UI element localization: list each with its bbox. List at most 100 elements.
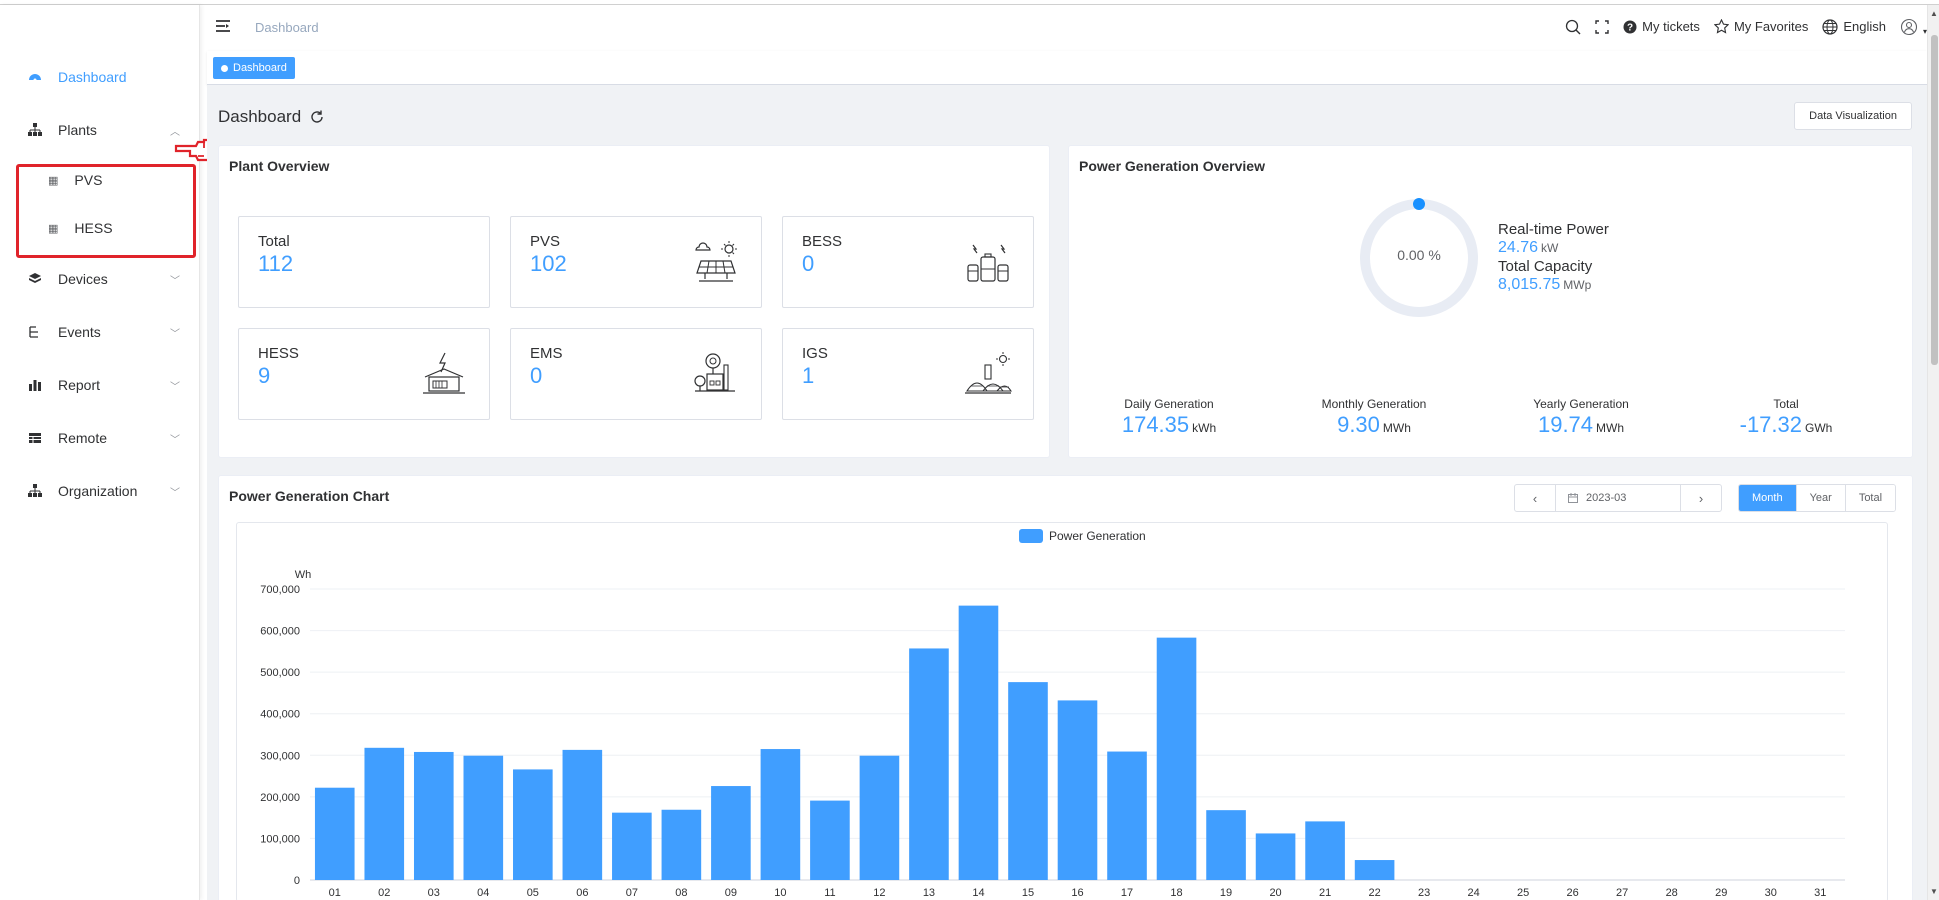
total-capacity-number: 8,015.75 — [1498, 276, 1561, 293]
bar-20 — [1255, 833, 1296, 880]
chevron-right-icon[interactable]: › — [1681, 485, 1721, 511]
donut-percent: 0.00 % — [1397, 247, 1441, 263]
my-favorites-link[interactable]: My Favorites — [1713, 19, 1809, 34]
gen-number: 19.74 — [1537, 412, 1594, 437]
bar-12 — [859, 755, 900, 880]
tile-label: BESS — [802, 233, 843, 250]
x-tick-label: 24 — [1468, 887, 1480, 899]
tile-bess[interactable]: BESS 0 — [782, 216, 1034, 308]
daily-generation: Daily Generation 174.35 kWh — [1069, 397, 1269, 438]
home-storage-icon — [423, 352, 465, 394]
tile-label: EMS — [530, 345, 563, 362]
sidebar-item-dashboard[interactable]: Dashboard — [0, 57, 200, 97]
gen-unit: MWh — [1382, 421, 1411, 435]
tag-label: Dashboard — [233, 62, 287, 74]
gen-label: Monthly Generation — [1321, 397, 1427, 411]
sidebar-item-plants[interactable]: Plants ︿ — [0, 110, 200, 150]
tile-pvs[interactable]: PVS 102 — [510, 216, 762, 308]
x-tick-label: 18 — [1170, 887, 1182, 899]
gen-number: 174.35 — [1121, 412, 1190, 437]
x-tick-label: 31 — [1814, 887, 1826, 899]
refresh-icon[interactable] — [309, 109, 325, 125]
igs-icon — [965, 352, 1012, 394]
scroll-thumb[interactable] — [1931, 35, 1938, 365]
sidebar-item-remote[interactable]: Remote ﹀ — [0, 418, 200, 458]
scroll-down-icon[interactable]: ▼ — [1930, 887, 1938, 896]
solar-panel-icon — [695, 241, 737, 282]
chart-frame: Power Generation Wh 0 100,000 200,000 300,00… — [236, 522, 1888, 900]
y-tick-label: 300,000 — [260, 750, 300, 762]
date-input[interactable]: 2023-03 — [1555, 485, 1681, 511]
x-tick-label: 22 — [1368, 887, 1380, 899]
chart-legend[interactable]: Power Generation — [1019, 529, 1146, 543]
sidebar-item-organization[interactable]: Organization ﹀ — [0, 471, 200, 511]
card-title: Power Generation Chart — [229, 488, 390, 504]
gen-number: -17.32 — [1739, 412, 1803, 437]
x-tick-label: 21 — [1319, 887, 1331, 899]
data-visualization-button[interactable]: Data Visualization — [1794, 102, 1912, 130]
tile-igs[interactable]: IGS 1 — [782, 328, 1034, 420]
hamburger-icon[interactable] — [215, 19, 231, 38]
plant-overview-card: Plant Overview Total 112 PVS 102 BESS 0 … — [218, 145, 1050, 458]
fullscreen-icon[interactable] — [1595, 19, 1609, 34]
x-tick-label: 12 — [873, 887, 885, 899]
chevron-down-icon: ﹀ — [170, 328, 180, 340]
page-scrollbar[interactable]: ▲ ▼ — [1927, 5, 1939, 900]
gen-unit: GWh — [1805, 421, 1833, 435]
org-chart-icon — [28, 484, 42, 498]
x-tick-label: 08 — [675, 887, 687, 899]
my-favorites-label: My Favorites — [1733, 19, 1809, 34]
tile-ems[interactable]: EMS 0 — [510, 328, 762, 420]
dashboard-icon — [28, 70, 42, 84]
sidebar-item-events[interactable]: Events ﹀ — [0, 312, 200, 352]
gen-unit: kWh — [1192, 421, 1217, 435]
breadcrumb[interactable]: Dashboard — [255, 20, 319, 35]
scroll-up-icon[interactable]: ▲ — [1930, 9, 1938, 18]
tile-label: Total — [258, 233, 290, 250]
sidebar-item-report[interactable]: Report ﹀ — [0, 365, 200, 405]
sidebar-item-label: Events — [58, 324, 101, 340]
bar-08 — [661, 809, 702, 880]
search-icon[interactable] — [1565, 19, 1581, 35]
x-tick-label: 04 — [477, 887, 489, 899]
period-year-button[interactable]: Year — [1795, 485, 1845, 511]
realtime-power-number: 24.76 — [1498, 239, 1539, 256]
realtime-power-unit: kW — [1541, 241, 1559, 255]
bar-11 — [810, 800, 850, 880]
language-label: English — [1843, 19, 1886, 34]
main-content: Dashboard Data Visualization Plant Overv… — [207, 85, 1927, 900]
x-tick-label: 20 — [1269, 887, 1281, 899]
chevron-down-icon: ﹀ — [170, 381, 180, 393]
tag-dashboard[interactable]: Dashboard — [213, 57, 295, 79]
tile-hess[interactable]: HESS 9 — [238, 328, 490, 420]
sidebar-item-devices[interactable]: Devices ﹀ — [0, 259, 200, 299]
chevron-left-icon[interactable]: ‹ — [1515, 485, 1555, 511]
tile-value: 0 — [802, 251, 815, 276]
tree-icon — [28, 325, 42, 339]
tile-value: 9 — [258, 363, 271, 388]
month-date-picker: ‹ 2023-03 › — [1514, 484, 1722, 512]
tile-value: 1 — [802, 363, 815, 388]
x-tick-label: 11 — [824, 887, 835, 899]
user-avatar-icon[interactable]: ▾ — [1900, 17, 1927, 36]
language-selector[interactable]: English — [1822, 18, 1886, 35]
total-capacity-value: 8,015.75 MWp — [1498, 276, 1591, 294]
tile-label: HESS — [258, 345, 299, 362]
card-title: Power Generation Overview — [1079, 158, 1265, 174]
period-month-button[interactable]: Month — [1739, 485, 1796, 511]
y-tick-label: 100,000 — [260, 833, 300, 845]
sidebar-item-label: Devices — [58, 271, 108, 287]
bar-21 — [1305, 821, 1345, 880]
gen-label: Daily Generation — [1124, 397, 1214, 411]
total-capacity-label: Total Capacity — [1498, 258, 1593, 275]
my-tickets-link[interactable]: ? My tickets — [1623, 19, 1700, 34]
y-tick-label: 200,000 — [260, 792, 300, 804]
bar-15 — [1008, 682, 1048, 880]
yearly-generation: Yearly Generation 19.74 MWh — [1481, 397, 1681, 438]
tile-total[interactable]: Total 112 — [238, 216, 490, 308]
x-tick-label: 17 — [1121, 887, 1133, 899]
header-actions: ? My tickets My Favorites English ▾ — [1565, 17, 1927, 36]
page-title-text: Dashboard — [218, 107, 302, 126]
sidebar-item-label: Report — [58, 377, 101, 393]
period-total-button[interactable]: Total — [1844, 485, 1896, 511]
